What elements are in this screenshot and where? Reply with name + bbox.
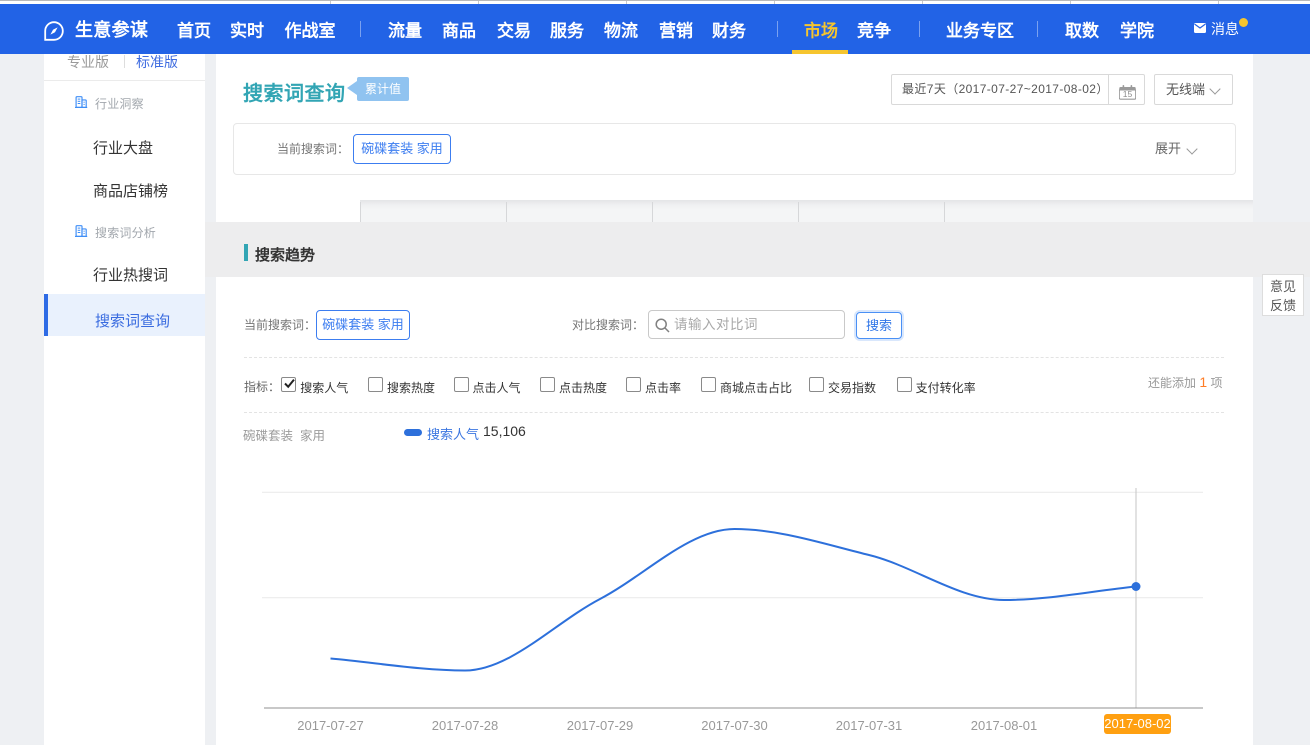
svg-text:15: 15	[1123, 89, 1133, 99]
